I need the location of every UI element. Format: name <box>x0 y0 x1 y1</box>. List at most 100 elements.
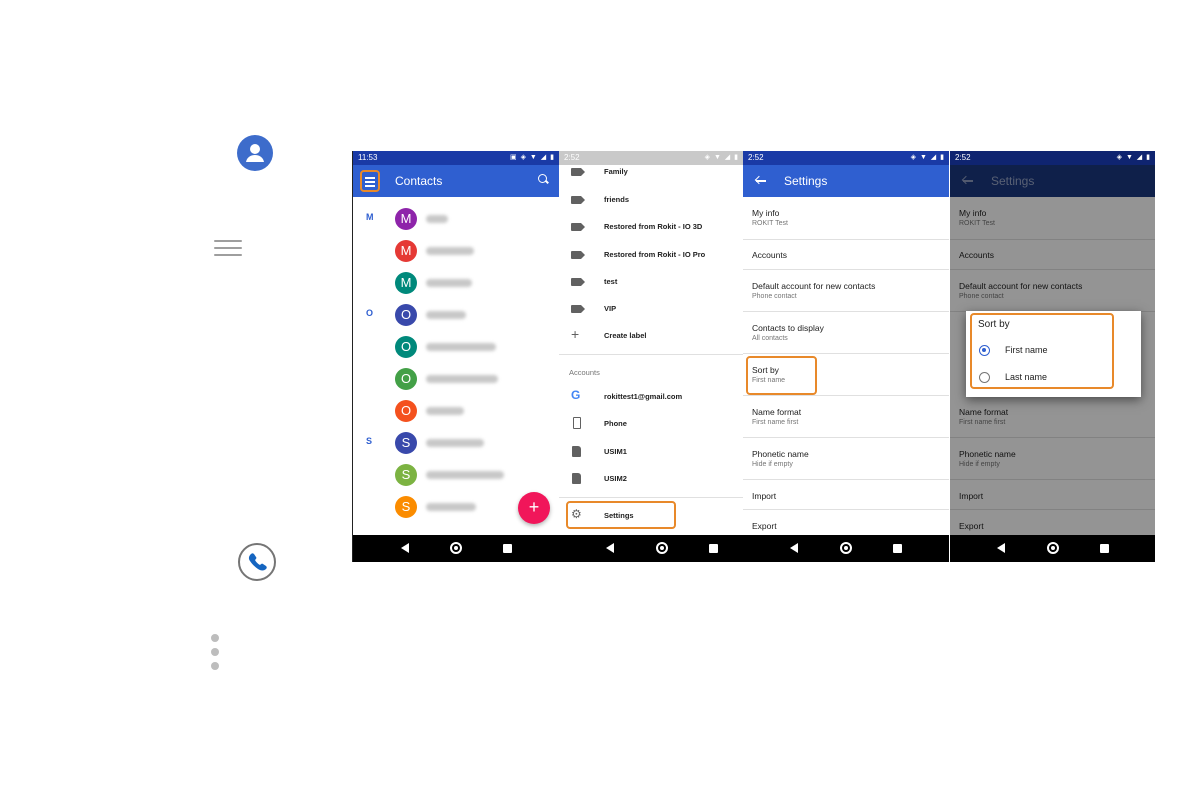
settings-row[interactable]: Import <box>743 480 949 510</box>
drawer-label-item[interactable]: test <box>559 269 743 296</box>
settings-row[interactable]: My info ROKIT Test <box>743 197 949 240</box>
list-item[interactable]: M <box>353 267 559 299</box>
home-nav-icon[interactable] <box>656 542 668 554</box>
list-item[interactable]: S <box>353 459 559 491</box>
contacts-icon[interactable] <box>237 135 273 171</box>
settings-row-title: Name format <box>752 407 802 417</box>
drawer-label-text: VIP <box>604 304 617 313</box>
avatar: O <box>395 368 417 390</box>
home-nav-icon[interactable] <box>1047 542 1059 554</box>
radio-selected-icon[interactable] <box>979 345 990 356</box>
drawer-account-text: rokittest1@gmail.com <box>604 392 683 401</box>
status-time: 2:52 <box>748 153 764 162</box>
back-nav-icon[interactable] <box>401 543 409 553</box>
home-nav-icon[interactable] <box>450 542 462 554</box>
settings-screen: 2:52 ◈ ▼ ◢ ▮ Settings My info ROKIT Test… <box>743 151 949 562</box>
settings-row-value: Phone contact <box>752 293 797 300</box>
dialog-title: Sort by <box>978 319 1010 330</box>
back-arrow-icon[interactable] <box>755 175 767 187</box>
label-icon <box>571 251 585 259</box>
radio-option-first-name[interactable]: First name <box>978 343 1118 359</box>
blurred-name <box>426 343 496 351</box>
status-time: 2:52 <box>955 153 971 162</box>
status-icons: ◈ ▼ ◢ ▮ <box>910 154 945 161</box>
blurred-name <box>426 375 498 383</box>
settings-row-title: Phonetic name <box>752 449 809 459</box>
add-contact-button[interactable]: + <box>518 492 550 524</box>
accounts-header: Accounts <box>569 368 600 377</box>
create-label-button[interactable]: + Create label <box>559 323 743 350</box>
back-nav-icon[interactable] <box>997 543 1005 553</box>
blurred-name <box>426 247 474 255</box>
drawer-label-item[interactable]: Restored from Rokit - IO Pro <box>559 242 743 269</box>
settings-row-title: Default account for new contacts <box>752 281 876 291</box>
drawer-label-item[interactable]: Restored from Rokit - IO 3D <box>559 214 743 241</box>
status-time: 11:53 <box>358 153 378 162</box>
drawer-account-item[interactable]: G rokittest1@gmail.com <box>559 384 743 411</box>
search-icon[interactable] <box>538 174 549 185</box>
status-icons: ▣ ◈ ▼ ◢ ▮ <box>510 154 555 161</box>
settings-row-value: First name first <box>752 419 799 426</box>
list-item[interactable]: O <box>353 363 559 395</box>
radio-unselected-icon[interactable] <box>979 372 990 383</box>
status-bar: 2:52 ◈ ▼ ◢ ▮ <box>950 151 1155 165</box>
settings-row[interactable]: Accounts <box>743 240 949 270</box>
blurred-name <box>426 279 472 287</box>
phone-device-icon <box>573 417 581 429</box>
settings-row[interactable]: Contacts to display All contacts <box>743 312 949 354</box>
avatar: M <box>395 272 417 294</box>
drawer-label-item[interactable]: Family <box>559 159 743 186</box>
avatar: S <box>395 496 417 518</box>
nav-bar <box>353 535 559 562</box>
divider <box>559 497 743 498</box>
avatar: M <box>395 208 417 230</box>
list-item[interactable]: O O <box>353 299 559 331</box>
highlight-settings <box>566 501 676 529</box>
divider <box>559 354 743 355</box>
settings-row[interactable]: Phonetic name Hide if empty <box>743 438 949 480</box>
recents-nav-icon[interactable] <box>503 544 512 553</box>
avatar: S <box>395 432 417 454</box>
list-item[interactable]: S S <box>353 427 559 459</box>
label-icon <box>571 168 585 176</box>
drawer-label-item[interactable]: VIP <box>559 296 743 323</box>
settings-row-value: Hide if empty <box>752 461 793 468</box>
recents-nav-icon[interactable] <box>893 544 902 553</box>
settings-row-title: Contacts to display <box>752 323 824 333</box>
hamburger-menu-icon[interactable] <box>360 170 380 192</box>
blurred-name <box>426 503 476 511</box>
home-nav-icon[interactable] <box>840 542 852 554</box>
back-nav-icon[interactable] <box>790 543 798 553</box>
drawer-account-item[interactable]: Phone <box>559 411 743 438</box>
list-item[interactable]: O <box>353 395 559 427</box>
drawer-label-text: test <box>604 277 618 286</box>
back-nav-icon[interactable] <box>606 543 614 553</box>
drawer-label-text: Restored from Rokit - IO Pro <box>604 250 706 259</box>
settings-row-title: My info <box>752 208 780 218</box>
drawer-account-item[interactable]: USIM2 <box>559 466 743 493</box>
recents-nav-icon[interactable] <box>709 544 718 553</box>
menu-icon[interactable] <box>214 238 242 258</box>
contacts-screen: 11:53 ▣ ◈ ▼ ◢ ▮ Contacts M M M M O O O O… <box>352 151 559 562</box>
list-item[interactable]: O <box>353 331 559 363</box>
recents-nav-icon[interactable] <box>1100 544 1109 553</box>
settings-row-value: ROKIT Test <box>752 220 788 227</box>
avatar: M <box>395 240 417 262</box>
blurred-name <box>426 311 466 319</box>
phone-icon[interactable] <box>238 543 276 581</box>
label-icon <box>571 305 585 313</box>
radio-option-last-name[interactable]: Last name <box>978 370 1118 386</box>
app-bar: Contacts <box>353 165 559 197</box>
create-label-text: Create label <box>604 331 647 340</box>
list-item[interactable]: M M <box>353 203 559 235</box>
sim-card-icon <box>572 446 581 457</box>
sim-card-icon <box>572 473 581 484</box>
drawer-label-item[interactable]: friends <box>559 187 743 214</box>
drawer-account-item[interactable]: USIM1 <box>559 439 743 466</box>
settings-row[interactable]: Name format First name first <box>743 396 949 438</box>
list-item[interactable]: M <box>353 235 559 267</box>
more-vert-icon[interactable] <box>210 633 220 673</box>
blurred-name <box>426 407 464 415</box>
settings-row[interactable]: Default account for new contacts Phone c… <box>743 270 949 312</box>
app-title: Contacts <box>395 174 443 188</box>
